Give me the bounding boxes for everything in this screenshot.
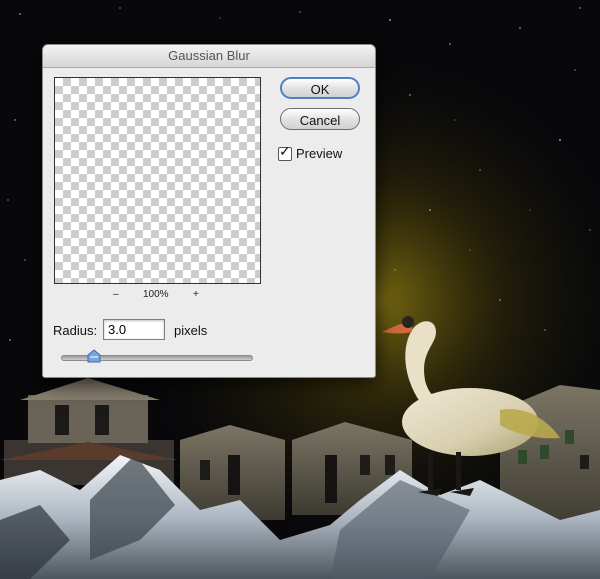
slider-thumb-icon[interactable] <box>87 349 101 363</box>
preview-checkbox[interactable]: ✓ <box>278 143 292 161</box>
ok-button[interactable]: OK <box>280 77 360 99</box>
gaussian-blur-dialog: Gaussian Blur – 100% + OK Cancel ✓ Previ… <box>42 44 376 378</box>
zoom-out-button[interactable]: – <box>113 289 119 300</box>
checkmark-icon: ✓ <box>279 142 291 159</box>
zoom-level: 100% <box>143 289 169 300</box>
dialog-title[interactable]: Gaussian Blur <box>43 45 375 68</box>
radius-input[interactable] <box>103 319 165 340</box>
preview-label: Preview <box>296 146 343 161</box>
blur-preview-pane[interactable] <box>54 77 261 284</box>
preview-checkbox-row[interactable]: ✓ Preview <box>278 143 343 161</box>
radius-unit-label: pixels <box>174 323 208 338</box>
radius-label: Radius: <box>53 323 98 338</box>
cancel-button[interactable]: Cancel <box>280 108 360 130</box>
zoom-in-button[interactable]: + <box>193 289 199 300</box>
